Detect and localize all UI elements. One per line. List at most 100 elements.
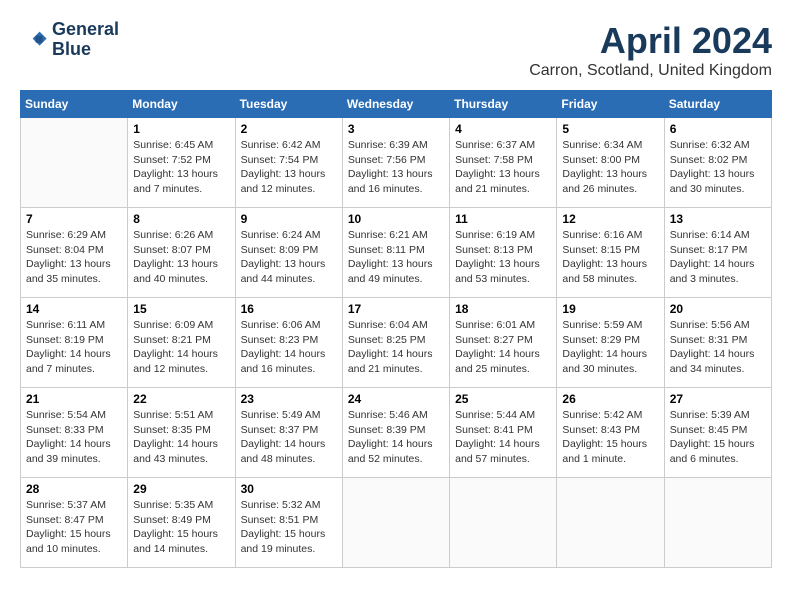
header-cell-wednesday: Wednesday: [342, 91, 449, 118]
logo-icon: [20, 26, 48, 54]
day-cell: 8 Sunrise: 6:26 AM Sunset: 8:07 PM Daylig…: [128, 208, 235, 298]
day-number: 3: [348, 122, 444, 136]
day-info: Sunrise: 5:44 AM Sunset: 8:41 PM Dayligh…: [455, 408, 551, 467]
day-cell: [664, 478, 771, 568]
day-number: 8: [133, 212, 229, 226]
day-cell: 21Sunrise: 5:54 AM Sunset: 8:33 PM Dayli…: [21, 388, 128, 478]
day-cell: 18 Sunrise: 6:01 AM Sunset: 8:27 PM Dayli…: [450, 298, 557, 388]
day-cell: 19 Sunrise: 5:59 AM Sunset: 8:29 PM Dayli…: [557, 298, 664, 388]
day-number: 26: [562, 392, 658, 406]
header: General Blue April 2024 Carron, Scotland…: [20, 20, 772, 80]
day-number: 14: [26, 302, 122, 316]
day-cell: 4 Sunrise: 6:37 AM Sunset: 7:58 PM Daylig…: [450, 118, 557, 208]
day-info: Sunrise: 5:39 AM Sunset: 8:45 PM Dayligh…: [670, 408, 766, 467]
week-row-3: 14 Sunrise: 6:11 AM Sunset: 8:19 PM Dayli…: [21, 298, 772, 388]
day-info: Sunrise: 6:45 AM Sunset: 7:52 PM Dayligh…: [133, 138, 229, 197]
day-cell: 2 Sunrise: 6:42 AM Sunset: 7:54 PM Daylig…: [235, 118, 342, 208]
day-info: Sunrise: 6:42 AM Sunset: 7:54 PM Dayligh…: [241, 138, 337, 197]
day-info: Sunrise: 6:04 AM Sunset: 8:25 PM Dayligh…: [348, 318, 444, 377]
day-cell: 10 Sunrise: 6:21 AM Sunset: 8:11 PM Dayli…: [342, 208, 449, 298]
day-cell: 6 Sunrise: 6:32 AM Sunset: 8:02 PM Daylig…: [664, 118, 771, 208]
day-number: 17: [348, 302, 444, 316]
day-info: Sunrise: 6:24 AM Sunset: 8:09 PM Dayligh…: [241, 228, 337, 287]
day-cell: [557, 478, 664, 568]
calendar-table: SundayMondayTuesdayWednesdayThursdayFrid…: [20, 90, 772, 568]
day-number: 12: [562, 212, 658, 226]
day-info: Sunrise: 5:49 AM Sunset: 8:37 PM Dayligh…: [241, 408, 337, 467]
day-number: 4: [455, 122, 551, 136]
week-row-4: 21Sunrise: 5:54 AM Sunset: 8:33 PM Dayli…: [21, 388, 772, 478]
day-info: Sunrise: 5:54 AM Sunset: 8:33 PM Dayligh…: [26, 408, 122, 467]
day-number: 24: [348, 392, 444, 406]
header-cell-tuesday: Tuesday: [235, 91, 342, 118]
day-cell: 25Sunrise: 5:44 AM Sunset: 8:41 PM Dayli…: [450, 388, 557, 478]
day-number: 5: [562, 122, 658, 136]
day-info: Sunrise: 6:16 AM Sunset: 8:15 PM Dayligh…: [562, 228, 658, 287]
day-info: Sunrise: 5:51 AM Sunset: 8:35 PM Dayligh…: [133, 408, 229, 467]
day-number: 2: [241, 122, 337, 136]
day-info: Sunrise: 6:21 AM Sunset: 8:11 PM Dayligh…: [348, 228, 444, 287]
header-row: SundayMondayTuesdayWednesdayThursdayFrid…: [21, 91, 772, 118]
header-cell-saturday: Saturday: [664, 91, 771, 118]
day-number: 9: [241, 212, 337, 226]
day-number: 6: [670, 122, 766, 136]
week-row-1: 1 Sunrise: 6:45 AM Sunset: 7:52 PM Daylig…: [21, 118, 772, 208]
day-cell: 27 Sunrise: 5:39 AM Sunset: 8:45 PM Dayli…: [664, 388, 771, 478]
day-info: Sunrise: 6:06 AM Sunset: 8:23 PM Dayligh…: [241, 318, 337, 377]
day-info: Sunrise: 5:42 AM Sunset: 8:43 PM Dayligh…: [562, 408, 658, 467]
day-info: Sunrise: 5:37 AM Sunset: 8:47 PM Dayligh…: [26, 498, 122, 557]
day-cell: 29Sunrise: 5:35 AM Sunset: 8:49 PM Dayli…: [128, 478, 235, 568]
day-info: Sunrise: 6:39 AM Sunset: 7:56 PM Dayligh…: [348, 138, 444, 197]
header-cell-friday: Friday: [557, 91, 664, 118]
day-cell: 9 Sunrise: 6:24 AM Sunset: 8:09 PM Daylig…: [235, 208, 342, 298]
day-cell: 11Sunrise: 6:19 AM Sunset: 8:13 PM Dayli…: [450, 208, 557, 298]
day-cell: 30Sunrise: 5:32 AM Sunset: 8:51 PM Dayli…: [235, 478, 342, 568]
day-info: Sunrise: 5:59 AM Sunset: 8:29 PM Dayligh…: [562, 318, 658, 377]
day-cell: [21, 118, 128, 208]
logo-line2: Blue: [52, 40, 119, 60]
day-info: Sunrise: 6:01 AM Sunset: 8:27 PM Dayligh…: [455, 318, 551, 377]
day-number: 7: [26, 212, 122, 226]
day-info: Sunrise: 6:11 AM Sunset: 8:19 PM Dayligh…: [26, 318, 122, 377]
header-cell-sunday: Sunday: [21, 91, 128, 118]
day-cell: 3 Sunrise: 6:39 AM Sunset: 7:56 PM Daylig…: [342, 118, 449, 208]
day-info: Sunrise: 5:46 AM Sunset: 8:39 PM Dayligh…: [348, 408, 444, 467]
header-cell-thursday: Thursday: [450, 91, 557, 118]
day-cell: 1 Sunrise: 6:45 AM Sunset: 7:52 PM Daylig…: [128, 118, 235, 208]
day-cell: 22Sunrise: 5:51 AM Sunset: 8:35 PM Dayli…: [128, 388, 235, 478]
location-title: Carron, Scotland, United Kingdom: [529, 62, 772, 80]
day-number: 20: [670, 302, 766, 316]
day-info: Sunrise: 5:56 AM Sunset: 8:31 PM Dayligh…: [670, 318, 766, 377]
day-info: Sunrise: 6:14 AM Sunset: 8:17 PM Dayligh…: [670, 228, 766, 287]
day-number: 28: [26, 482, 122, 496]
title-area: April 2024 Carron, Scotland, United King…: [529, 20, 772, 80]
logo-line1: General: [52, 20, 119, 40]
day-info: Sunrise: 5:32 AM Sunset: 8:51 PM Dayligh…: [241, 498, 337, 557]
header-cell-monday: Monday: [128, 91, 235, 118]
day-number: 16: [241, 302, 337, 316]
day-number: 18: [455, 302, 551, 316]
day-number: 10: [348, 212, 444, 226]
day-number: 29: [133, 482, 229, 496]
day-cell: 28 Sunrise: 5:37 AM Sunset: 8:47 PM Dayli…: [21, 478, 128, 568]
day-info: Sunrise: 6:29 AM Sunset: 8:04 PM Dayligh…: [26, 228, 122, 287]
week-row-2: 7 Sunrise: 6:29 AM Sunset: 8:04 PM Daylig…: [21, 208, 772, 298]
day-number: 1: [133, 122, 229, 136]
day-cell: 23Sunrise: 5:49 AM Sunset: 8:37 PM Dayli…: [235, 388, 342, 478]
day-info: Sunrise: 6:32 AM Sunset: 8:02 PM Dayligh…: [670, 138, 766, 197]
day-info: Sunrise: 6:37 AM Sunset: 7:58 PM Dayligh…: [455, 138, 551, 197]
day-info: Sunrise: 6:34 AM Sunset: 8:00 PM Dayligh…: [562, 138, 658, 197]
day-cell: 24 Sunrise: 5:46 AM Sunset: 8:39 PM Dayli…: [342, 388, 449, 478]
day-number: 11: [455, 212, 551, 226]
day-cell: 15Sunrise: 6:09 AM Sunset: 8:21 PM Dayli…: [128, 298, 235, 388]
day-cell: 12 Sunrise: 6:16 AM Sunset: 8:15 PM Dayli…: [557, 208, 664, 298]
day-number: 19: [562, 302, 658, 316]
day-info: Sunrise: 6:26 AM Sunset: 8:07 PM Dayligh…: [133, 228, 229, 287]
day-cell: 14 Sunrise: 6:11 AM Sunset: 8:19 PM Dayli…: [21, 298, 128, 388]
day-cell: 16 Sunrise: 6:06 AM Sunset: 8:23 PM Dayli…: [235, 298, 342, 388]
day-info: Sunrise: 6:09 AM Sunset: 8:21 PM Dayligh…: [133, 318, 229, 377]
day-cell: [450, 478, 557, 568]
day-number: 27: [670, 392, 766, 406]
day-number: 13: [670, 212, 766, 226]
day-cell: 7 Sunrise: 6:29 AM Sunset: 8:04 PM Daylig…: [21, 208, 128, 298]
